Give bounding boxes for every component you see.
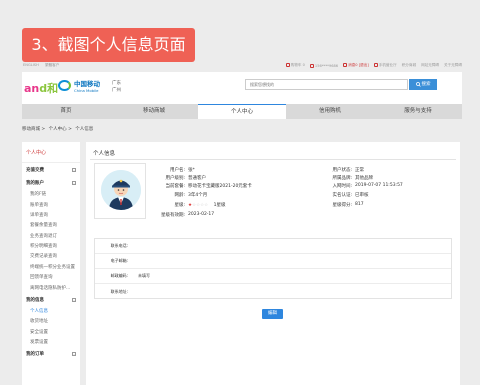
overlay-banner: 3、截图个人信息页面 — [22, 28, 195, 62]
field-star-level: 星级: ★☆☆☆☆ 1星级 — [174, 203, 226, 208]
mail-icon — [343, 63, 348, 67]
row-address: 联系地址: — [110, 288, 128, 294]
traditional-link[interactable]: 繁體客户 — [45, 63, 59, 67]
breadcrumb: 移动商城 > 个人中心 > 个人信息 — [22, 126, 95, 132]
region-selector[interactable]: 广东 广州 — [112, 80, 121, 94]
cart-link[interactable]: 购物车 0 — [285, 63, 305, 68]
sidebar: 个人中心 充值交费 - 我的账户 - 我的F链 账单查询 详单查询 套餐余量查询 业… — [22, 142, 80, 385]
field-star-validity: 星级有效期: 2023-02-17 — [160, 212, 215, 218]
sidebar-item-personal-info[interactable]: 个人信息 — [22, 306, 80, 316]
breadcrumb-current: 个人信息 — [75, 127, 94, 132]
sidebar-item-shipping-address[interactable]: 收货地址 — [22, 316, 80, 326]
sidebar-section-account[interactable]: 我的账户 - — [22, 176, 80, 189]
phone-icon — [373, 63, 378, 67]
message-logout-link[interactable]: 消息0 [退出] — [343, 63, 369, 68]
tab-mall[interactable]: 移动商城 — [110, 104, 198, 119]
star-rating: ★☆☆☆☆ 1星级 — [188, 203, 226, 208]
row-postcode: 邮政编码: 未填写 — [95, 269, 451, 284]
title-divider — [90, 159, 456, 160]
sidebar-section-my-info[interactable]: 我的信息 - — [22, 293, 80, 306]
china-mobile-logo[interactable]: 中国移动 China Mobile — [58, 78, 100, 93]
breadcrumb-personal-center[interactable]: 个人中心 > — [49, 127, 72, 132]
mobile-hall-link[interactable]: 手机营业厅 — [373, 63, 397, 68]
sidebar-section-orders[interactable]: 我的订单 - — [22, 347, 80, 360]
contact-info-box: 联系电话: 电子邮箱: 邮政编码: 未填写 联系地址: — [94, 238, 452, 299]
and-logo[interactable]: and和 — [24, 80, 58, 96]
field-join-time: 入网时间: 2019-07-07 11:53:57 — [332, 183, 403, 189]
field-brand: 所属品牌: 其他品牌 — [332, 176, 373, 181]
sidebar-item-business-query[interactable]: 业务查询退订 — [22, 231, 80, 241]
field-star-score: 星级得分: 817 — [332, 202, 364, 208]
sidebar-item-detail-bill[interactable]: 详单查询 — [22, 210, 80, 220]
avatar[interactable] — [101, 170, 141, 210]
collapse-icon[interactable]: - — [72, 352, 76, 357]
sidebar-item-feedback-query[interactable]: 回馈单查询 — [22, 272, 80, 282]
page-title: 个人信息 — [93, 151, 116, 157]
field-user-status: 用户状态: 正常 — [332, 168, 364, 173]
sidebar-section-recharge[interactable]: 充值交费 - — [22, 163, 80, 176]
avatar-frame — [94, 163, 146, 219]
site-header: and和 中国移动 China Mobile 广东 广州 搜索 — [22, 72, 462, 104]
field-network-age: 网龄: 3年4个月 — [174, 193, 208, 198]
user-icon — [309, 63, 314, 68]
field-real-name: 实名认证: 已审核 — [332, 193, 369, 198]
points-mall-link[interactable]: 积分商城 — [402, 63, 416, 68]
tab-service-support[interactable]: 服务与支持 — [374, 104, 462, 119]
collapse-icon[interactable]: - — [72, 181, 76, 185]
row-phone: 联系电话: — [95, 239, 451, 254]
main-nav: 首页 移动商城 个人中心 信用购机 服务与支持 — [22, 104, 462, 119]
about-accessibility-link[interactable]: 关于无障碍 — [444, 63, 462, 68]
search-icon — [415, 82, 421, 87]
cart-icon — [285, 63, 290, 67]
tab-credit-phone[interactable]: 信用购机 — [286, 104, 374, 119]
accessibility-link[interactable]: 网站无障碍 — [421, 63, 439, 68]
collapse-icon[interactable]: - — [72, 168, 76, 172]
star-empty-icon: ☆☆☆☆ — [192, 203, 209, 208]
sidebar-item-bill[interactable]: 账单查询 — [22, 199, 80, 209]
sidebar-item-f-chain[interactable]: 我的F链 — [22, 189, 80, 199]
collapse-icon[interactable]: - — [72, 297, 76, 302]
sidebar-item-invoice[interactable]: 发票设置 — [22, 337, 80, 347]
tab-home[interactable]: 首页 — [22, 104, 110, 119]
language-links: ENGLISH 繁體客户 — [23, 63, 64, 68]
search-button[interactable]: 搜索 — [409, 79, 437, 90]
avatar-staff-icon — [101, 170, 141, 210]
user-toolbar: 购物车 0 156****9686 消息0 [退出] 手机营业厅 积分商城 网站… — [285, 63, 462, 68]
main-panel: 个人信息 用户名: 张* 用户级别: 普通客户 当前套餐: 移动花卡宝藏版2021- — [86, 142, 460, 385]
top-utility-bar: ENGLISH 繁體客户 购物车 0 156****9686 消息0 [退出] … — [22, 62, 462, 72]
sidebar-item-payment-records[interactable]: 交费记录查询 — [22, 251, 80, 261]
tab-personal-center[interactable]: 个人中心 — [198, 104, 286, 119]
sidebar-title: 个人中心 — [22, 142, 80, 163]
china-mobile-swirl-icon — [58, 80, 71, 91]
english-link[interactable]: ENGLISH — [23, 63, 39, 67]
user-link[interactable]: 156****9686 — [309, 63, 338, 68]
sidebar-item-security[interactable]: 安全设置 — [22, 327, 80, 337]
edit-button[interactable]: 编辑 — [262, 309, 283, 319]
search-input[interactable] — [245, 79, 408, 90]
sidebar-item-privacy[interactable]: 离网电话隐私防护... — [22, 282, 80, 292]
sidebar-item-package-balance[interactable]: 套餐余量查询 — [22, 220, 80, 230]
sidebar-item-points-detail[interactable]: 积分明细查询 — [22, 241, 80, 251]
row-email: 电子邮箱: — [95, 254, 451, 269]
breadcrumb-mall[interactable]: 移动商城 > — [22, 127, 45, 132]
field-user-level: 用户级别: 普通客户 — [165, 176, 206, 181]
field-current-package: 当前套餐: 移动花卡宝藏版2021-20元套卡 — [165, 184, 252, 189]
sidebar-item-terminal-points[interactable]: 终端统一积分业务设置 — [22, 262, 80, 272]
field-username: 用户名: 张* — [169, 168, 195, 173]
